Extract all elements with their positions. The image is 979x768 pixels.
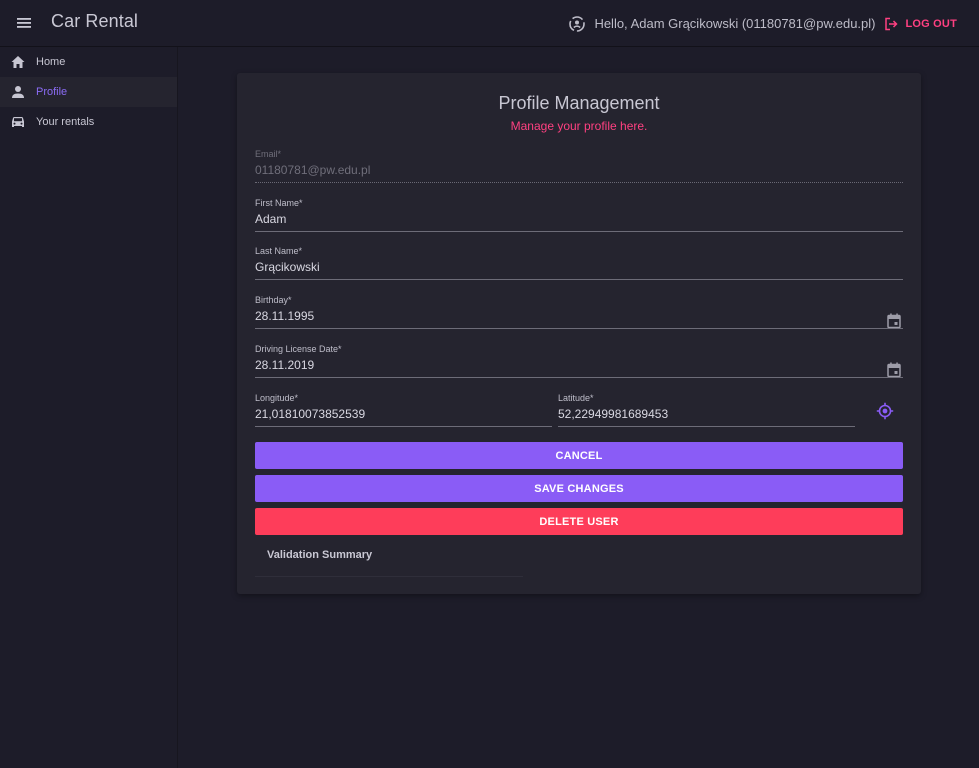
license-date-underline xyxy=(255,377,903,378)
person-icon xyxy=(10,84,26,100)
account-sync-icon xyxy=(567,14,587,34)
longitude-input[interactable] xyxy=(255,405,552,423)
app-bar: Car Rental Hello, Adam Grącikowski (0118… xyxy=(0,0,979,47)
sidebar-item-label: Profile xyxy=(36,86,68,98)
sidebar-item-profile[interactable]: Profile xyxy=(0,77,177,107)
validation-summary-title: Validation Summary xyxy=(267,549,373,561)
latitude-input[interactable] xyxy=(558,405,855,423)
birthday-label: Birthday* xyxy=(255,295,292,305)
page-title: Profile Management xyxy=(498,93,660,113)
latitude-label: Latitude* xyxy=(558,393,594,403)
menu-icon[interactable] xyxy=(16,15,34,31)
first-name-underline xyxy=(255,231,903,232)
calendar-icon[interactable] xyxy=(887,362,901,378)
user-greeting: Hello, Adam Grącikowski (01180781@pw.edu… xyxy=(594,16,876,31)
delete-user-button[interactable]: DELETE USER xyxy=(255,508,903,535)
last-name-label: Last Name* xyxy=(255,246,303,256)
license-date-label: Driving License Date* xyxy=(255,344,342,354)
last-name-underline xyxy=(255,279,903,280)
first-name-input[interactable] xyxy=(255,210,903,228)
page-subtitle: Manage your profile here. xyxy=(510,119,648,133)
latitude-underline xyxy=(558,426,855,427)
longitude-label: Longitude* xyxy=(255,393,299,403)
home-icon xyxy=(10,54,26,70)
car-icon xyxy=(10,114,26,130)
email-input xyxy=(255,161,903,179)
sidebar-item-home[interactable]: Home xyxy=(0,47,177,77)
sidebar: Home Profile Your rentals xyxy=(0,47,178,768)
license-date-input[interactable] xyxy=(255,356,903,374)
logout-icon xyxy=(885,17,899,30)
logout-label: LOG OUT xyxy=(905,17,957,30)
user-area: Hello, Adam Grącikowski (01180781@pw.edu… xyxy=(567,0,979,47)
app-title: Car Rental xyxy=(51,11,139,31)
last-name-input[interactable] xyxy=(255,258,903,276)
birthday-underline xyxy=(255,328,903,329)
cancel-button[interactable]: CANCEL xyxy=(255,442,903,469)
longitude-underline xyxy=(255,426,552,427)
my-location-icon[interactable] xyxy=(876,402,894,420)
sidebar-item-label: Home xyxy=(36,56,66,68)
email-underline xyxy=(255,182,903,183)
birthday-input[interactable] xyxy=(255,307,903,325)
first-name-label: First Name* xyxy=(255,198,303,208)
save-changes-button[interactable]: SAVE CHANGES xyxy=(255,475,903,502)
calendar-icon[interactable] xyxy=(887,313,901,329)
profile-card: Profile Management Manage your profile h… xyxy=(237,73,921,594)
validation-summary: Validation Summary xyxy=(255,539,523,577)
sidebar-item-label: Your rentals xyxy=(36,116,95,128)
email-label: Email* xyxy=(255,149,282,159)
logout-button[interactable]: LOG OUT xyxy=(884,17,957,31)
sidebar-item-your-rentals[interactable]: Your rentals xyxy=(0,107,177,137)
